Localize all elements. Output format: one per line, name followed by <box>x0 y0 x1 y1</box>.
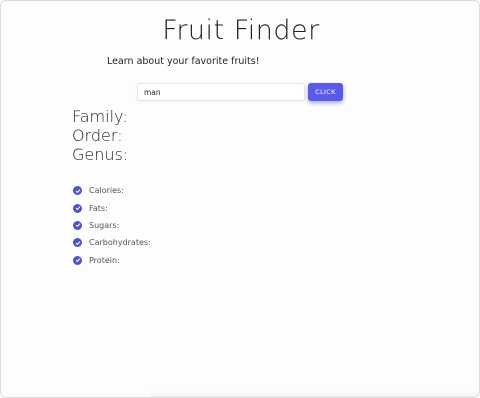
family-label: Family: <box>72 107 128 126</box>
search-bar: CLICK <box>137 83 343 103</box>
check-circle-icon <box>73 203 82 213</box>
nutrition-label: Protein: <box>89 255 120 265</box>
check-circle-icon <box>73 220 82 230</box>
genus-label: Genus: <box>72 145 129 164</box>
page-subtitle: Learn about your favorite fruits! <box>107 56 260 67</box>
app-window: Fruit Finder Learn about your favorite f… <box>0 0 480 398</box>
check-circle-icon <box>73 255 82 265</box>
order-label: Order: <box>72 126 123 145</box>
check-circle-icon <box>73 238 82 248</box>
nutrition-item-carbohydrates: Carbohydrates: <box>73 234 151 251</box>
window-bottom-shadow <box>151 391 479 397</box>
nutrition-label: Calories: <box>89 186 124 196</box>
nutrition-list: Calories: Fats: Sugars: Carbohydrates: P… <box>73 182 151 269</box>
nutrition-item-protein: Protein: <box>73 252 151 269</box>
search-button[interactable]: CLICK <box>308 83 343 101</box>
taxonomy-section: Family: Order: Genus: <box>72 107 128 164</box>
nutrition-item-calories: Calories: <box>73 182 151 199</box>
fruit-search-input[interactable] <box>137 83 305 101</box>
nutrition-label: Sugars: <box>89 220 120 230</box>
check-circle-icon <box>73 186 82 196</box>
nutrition-item-fats: Fats: <box>73 199 151 216</box>
nutrition-item-sugars: Sugars: <box>73 217 151 234</box>
page-title: Fruit Finder <box>162 15 320 46</box>
nutrition-label: Carbohydrates: <box>89 238 151 248</box>
nutrition-label: Fats: <box>89 203 108 213</box>
